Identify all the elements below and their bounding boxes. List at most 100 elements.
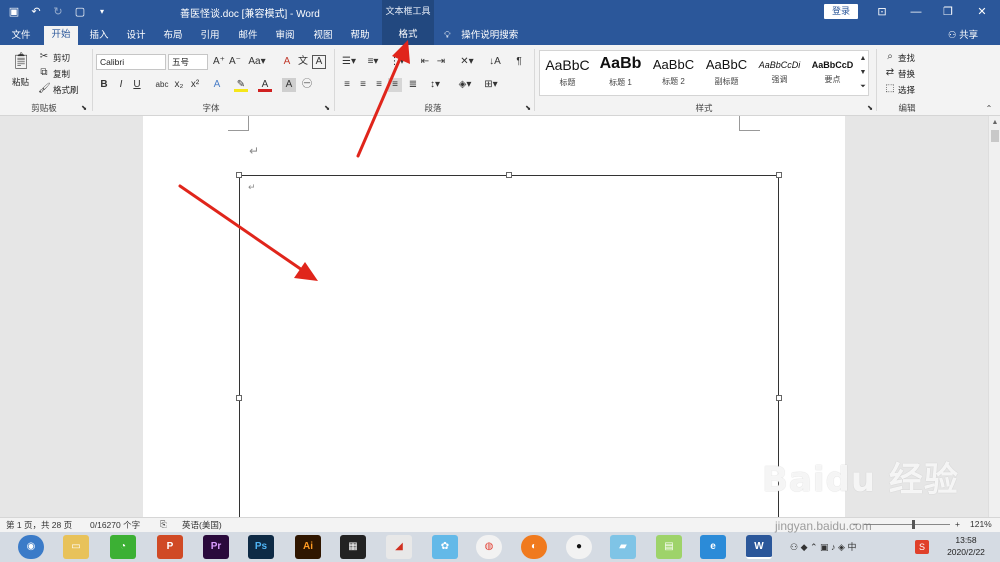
style-title[interactable]: AaBbC 标题 xyxy=(540,51,595,95)
distributed-icon[interactable]: ≣ xyxy=(406,78,420,92)
select-button[interactable]: 选择 xyxy=(898,84,915,96)
font-size-decrease-icon[interactable]: A⁻ xyxy=(228,55,242,69)
file-explorer-icon[interactable]: ▭ xyxy=(63,535,89,559)
zoom-level[interactable]: 121% xyxy=(970,519,992,529)
redo-icon[interactable]: ↻ xyxy=(50,4,66,20)
undo-icon[interactable]: ↶ xyxy=(28,4,44,20)
tab-help[interactable]: 帮助 xyxy=(345,27,375,45)
app-icon[interactable]: ◐ xyxy=(521,535,547,559)
show-marks-icon[interactable]: ¶ xyxy=(512,55,526,69)
tab-layout[interactable]: 布局 xyxy=(158,27,188,45)
format-painter-button[interactable]: 格式刷 xyxy=(53,84,79,96)
qq-icon[interactable]: ● xyxy=(566,535,592,559)
cut-button[interactable]: 剪切 xyxy=(53,52,70,64)
gallery-scroll-down-icon[interactable]: ▼ xyxy=(858,66,868,80)
clock[interactable]: 13:58 2020/2/22 xyxy=(936,534,996,558)
style-subtitle[interactable]: AaBbC 副标题 xyxy=(699,51,754,95)
style-heading-1[interactable]: AaBb 标题 1 xyxy=(593,51,648,95)
tab-view[interactable]: 视图 xyxy=(308,27,338,45)
subscript-icon[interactable]: x₂ xyxy=(172,78,186,92)
illustrator-icon[interactable]: Ai xyxy=(295,535,321,559)
font-color-icon[interactable]: A xyxy=(258,78,272,92)
chinese-layout-icon[interactable]: ✕▾ xyxy=(458,55,476,69)
scrollbar-thumb[interactable] xyxy=(991,130,999,142)
superscript-icon[interactable]: x² xyxy=(188,78,202,92)
find-button[interactable]: 查找 xyxy=(898,52,915,64)
photoshop-icon[interactable]: Ps xyxy=(248,535,274,559)
italic-icon[interactable]: I xyxy=(115,78,127,92)
resize-handle-top-right[interactable] xyxy=(776,172,782,178)
tell-me-search[interactable]: 💡︎ 操作说明搜索 xyxy=(444,27,518,45)
zoom-in-icon[interactable]: + xyxy=(955,519,960,529)
phonetic-guide-icon[interactable]: 文 xyxy=(296,55,310,69)
tab-design[interactable]: 设计 xyxy=(121,27,151,45)
clear-formatting-icon[interactable]: A xyxy=(280,55,294,69)
word-count[interactable]: 0/16270 个字 xyxy=(90,519,140,531)
scroll-up-icon[interactable]: ▲ xyxy=(990,118,1000,128)
align-center-icon[interactable]: ≡ xyxy=(356,78,370,92)
chrome-icon[interactable]: ◍ xyxy=(476,535,502,559)
zoom-slider-thumb[interactable] xyxy=(912,520,915,529)
change-case-icon[interactable]: Aa▾ xyxy=(248,55,266,69)
zoom-slider[interactable] xyxy=(864,524,950,525)
character-shading-icon[interactable]: A xyxy=(282,78,296,92)
ie-icon[interactable]: e xyxy=(700,535,726,559)
save-icon[interactable]: ▣ xyxy=(6,4,22,20)
sogou-icon[interactable]: S xyxy=(915,540,929,554)
tab-review[interactable]: 审阅 xyxy=(270,27,300,45)
strikethrough-icon[interactable]: abc xyxy=(155,78,169,92)
tab-insert[interactable]: 插入 xyxy=(84,27,114,45)
paragraph-launcher-icon[interactable]: ⬊ xyxy=(524,102,532,116)
tab-home[interactable]: 开始 xyxy=(44,26,78,45)
resize-handle-top-left[interactable] xyxy=(236,172,242,178)
paste-icon[interactable]: 📋︎ xyxy=(10,51,32,73)
vertical-scrollbar[interactable]: ▲ xyxy=(988,116,1000,517)
paste-button[interactable]: 粘贴 xyxy=(12,76,29,88)
tab-references[interactable]: 引用 xyxy=(195,27,225,45)
gallery-scroll-up-icon[interactable]: ▲ xyxy=(858,52,868,66)
sort-icon[interactable]: ↓A xyxy=(488,55,502,69)
tab-file[interactable]: 文件 xyxy=(6,27,36,45)
font-size-select[interactable]: 五号 xyxy=(168,54,208,70)
login-button[interactable]: 登录 xyxy=(824,4,858,19)
close-icon[interactable]: ✕ xyxy=(972,2,992,22)
video-editor-icon[interactable]: ▦ xyxy=(340,535,366,559)
borders-icon[interactable]: ⊞▾ xyxy=(482,78,500,92)
character-border-icon[interactable]: A xyxy=(312,55,326,69)
multilevel-list-icon[interactable]: ⋮▾ xyxy=(388,55,406,69)
clipboard-launcher-icon[interactable]: ⬊ xyxy=(80,102,88,116)
line-spacing-icon[interactable]: ↕▾ xyxy=(426,78,444,92)
font-size-increase-icon[interactable]: A⁺ xyxy=(212,55,226,69)
shading-icon[interactable]: ◈▾ xyxy=(456,78,474,92)
tab-mailings[interactable]: 邮件 xyxy=(233,27,263,45)
share-button[interactable]: ⚇ 共享 xyxy=(948,27,978,45)
wechat-icon[interactable]: ◔ xyxy=(110,535,136,559)
replace-button[interactable]: 替换 xyxy=(898,68,915,80)
decrease-indent-icon[interactable]: ⇤ xyxy=(418,55,432,69)
copy-button[interactable]: 复制 xyxy=(53,68,70,80)
resize-handle-top-center[interactable] xyxy=(506,172,512,178)
increase-indent-icon[interactable]: ⇥ xyxy=(434,55,448,69)
selected-textbox[interactable]: ↵ xyxy=(239,175,779,525)
bold-icon[interactable]: B xyxy=(98,78,110,92)
page-count[interactable]: 第 1 页，共 28 页 xyxy=(6,519,72,531)
language-indicator[interactable]: 英语(美国) xyxy=(182,519,222,531)
gallery-more-icon[interactable]: ⏷ xyxy=(858,80,868,94)
ribbon-display-options-icon[interactable]: ⊡ xyxy=(872,2,892,22)
enclose-characters-icon[interactable]: ㊀ xyxy=(300,78,314,92)
style-emphasis[interactable]: AaBbCcDi 强调 xyxy=(752,51,807,95)
minimize-icon[interactable]: — xyxy=(906,2,926,22)
resize-handle-middle-left[interactable] xyxy=(236,395,242,401)
app-icon[interactable]: ▰ xyxy=(610,535,636,559)
proofing-icon[interactable]: ⎘ xyxy=(160,519,167,530)
word-icon[interactable]: W xyxy=(746,535,772,559)
app-icon[interactable]: ◢ xyxy=(386,535,412,559)
highlight-icon[interactable]: ✎ xyxy=(234,78,248,92)
premiere-icon[interactable]: Pr xyxy=(203,535,229,559)
style-heading-2[interactable]: AaBbC 标题 2 xyxy=(646,51,701,95)
style-strong[interactable]: AaBbCcD 要点 xyxy=(805,51,860,95)
tray-icons[interactable]: ⚇ ◆ ⌃ ▣ ♪ ◈ 中 xyxy=(790,540,856,553)
bullets-icon[interactable]: ☰▾ xyxy=(340,55,358,69)
new-document-icon[interactable]: ▢ xyxy=(72,4,88,20)
powerpoint-icon[interactable]: P xyxy=(157,535,183,559)
